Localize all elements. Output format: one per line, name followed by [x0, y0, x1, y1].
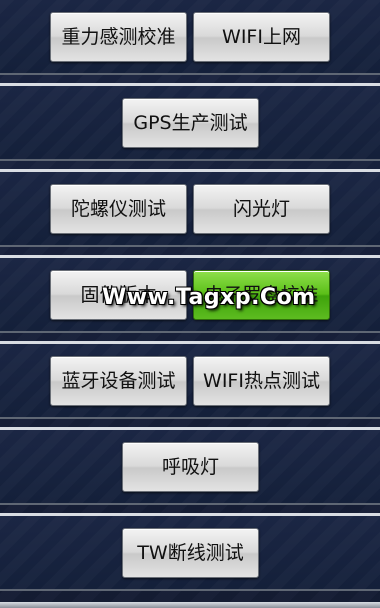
test-row-5: 蓝牙设备测试 WIFI热点测试 — [0, 341, 380, 419]
gravity-sensor-calibration-button[interactable]: 重力感测校准 — [50, 12, 187, 62]
gps-production-test-button[interactable]: GPS生产测试 — [122, 98, 259, 148]
tw-disconnect-test-button[interactable]: TW断线测试 — [122, 528, 259, 578]
wifi-hotspot-test-button[interactable]: WIFI热点测试 — [193, 356, 330, 406]
flashlight-button[interactable]: 闪光灯 — [193, 184, 330, 234]
test-row-3: 陀螺仪测试 闪光灯 — [0, 169, 380, 247]
bottom-divider — [0, 602, 380, 608]
test-row-2: GPS生产测试 — [0, 83, 380, 161]
test-row-4: 固件版本 电子罗盘校准 — [0, 255, 380, 333]
gyroscope-test-button[interactable]: 陀螺仪测试 — [50, 184, 187, 234]
test-row-6: 呼吸灯 — [0, 427, 380, 505]
factory-test-screen: 重力感测校准 WIFI上网 GPS生产测试 陀螺仪测试 闪光灯 固件版本 电子罗… — [0, 0, 380, 608]
bluetooth-device-test-button[interactable]: 蓝牙设备测试 — [50, 356, 187, 406]
breathing-light-button[interactable]: 呼吸灯 — [122, 442, 259, 492]
compass-calibration-button[interactable]: 电子罗盘校准 — [193, 270, 330, 320]
test-row-7: TW断线测试 — [0, 513, 380, 591]
firmware-version-button[interactable]: 固件版本 — [50, 270, 187, 320]
wifi-internet-button[interactable]: WIFI上网 — [193, 12, 330, 62]
test-row-1: 重力感测校准 WIFI上网 — [0, 0, 380, 75]
